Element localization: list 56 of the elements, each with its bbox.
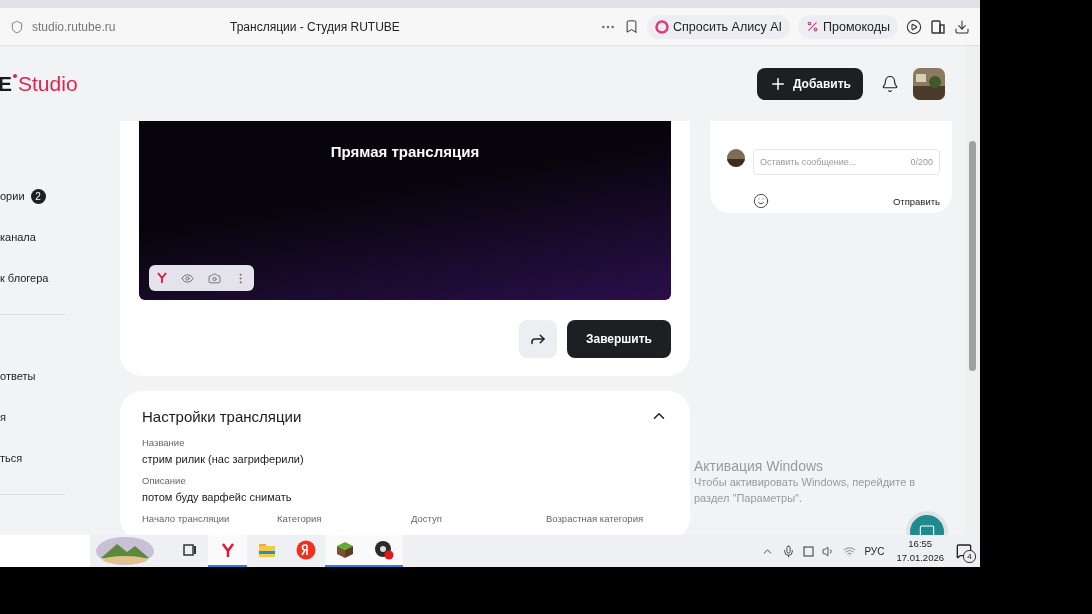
browser-icon[interactable] [155, 272, 168, 284]
extensions-icon[interactable] [930, 18, 946, 35]
address-field[interactable]: studio.rutube.ru [32, 19, 222, 34]
notification-count: 4 [963, 550, 976, 563]
grass-block-icon[interactable] [335, 541, 354, 559]
finish-button[interactable]: Завершить [566, 320, 671, 358]
avatar[interactable] [913, 67, 945, 100]
ring-icon [654, 19, 669, 34]
eye-icon[interactable] [181, 271, 195, 285]
recorder-icon[interactable] [373, 540, 394, 560]
sidebar-item[interactable]: ории [0, 190, 25, 203]
studio-logo[interactable]: E Studio [0, 71, 78, 96]
activation-text: Чтобы активировать Windows, перейдите в раздел "Параметры". [694, 475, 917, 506]
camera-icon[interactable] [207, 271, 221, 285]
bookmark-icon[interactable] [623, 19, 639, 34]
sidebar-item[interactable]: ответы [0, 369, 36, 382]
count-badge: 2 [30, 188, 46, 204]
weather-icon[interactable] [95, 536, 155, 566]
add-button[interactable]: Добавить [756, 67, 863, 100]
stream-title: Прямая трансляция [330, 143, 480, 162]
send-button[interactable]: Отправить [892, 195, 940, 207]
clock[interactable]: 16:55 17.01.2026 [896, 537, 944, 565]
microphone-icon[interactable] [782, 544, 796, 558]
folder-icon[interactable] [257, 542, 276, 558]
promo-button[interactable]: Промокоды [798, 14, 898, 39]
language-indicator[interactable]: РУС [864, 545, 885, 557]
section-title: Настройки трансляции [142, 407, 302, 425]
yandex-icon[interactable] [295, 540, 316, 560]
browser-icon[interactable] [219, 542, 236, 558]
percent-icon [806, 20, 819, 33]
scrollbar-thumb[interactable] [969, 141, 976, 371]
character-counter: 0/200 [910, 157, 933, 167]
field-label: Начало трансляции [142, 513, 231, 524]
wifi-icon[interactable] [843, 544, 857, 558]
field-value: стрим рилик (нас загриферили) [142, 453, 305, 465]
share-button[interactable] [518, 320, 557, 358]
field-label: Категория [277, 513, 323, 524]
field-label: Описание [142, 475, 187, 486]
field-label: Название [142, 437, 186, 448]
sidebar-item[interactable]: я [0, 410, 6, 423]
download-icon[interactable] [954, 18, 970, 35]
sidebar-item[interactable]: к блогера [0, 272, 49, 285]
field-value: потом буду варфейс снимать [142, 491, 293, 503]
page-title: Трансляции - Студия RUTUBE [230, 19, 401, 34]
field-label: Доступ [411, 513, 443, 524]
play-icon[interactable] [906, 18, 922, 35]
alice-button[interactable]: Спросить Алису AI [646, 14, 790, 39]
field-label: Возрастная категория [546, 513, 645, 524]
avatar [727, 149, 745, 167]
activation-title: Активация Windows [694, 458, 825, 474]
bell-icon[interactable] [881, 74, 899, 93]
task-view-icon[interactable] [181, 543, 196, 557]
sidebar-item[interactable]: ться [0, 451, 23, 464]
emoji-icon[interactable] [753, 193, 769, 209]
sidebar-item[interactable]: канала [0, 231, 36, 244]
shield-icon [10, 19, 24, 34]
